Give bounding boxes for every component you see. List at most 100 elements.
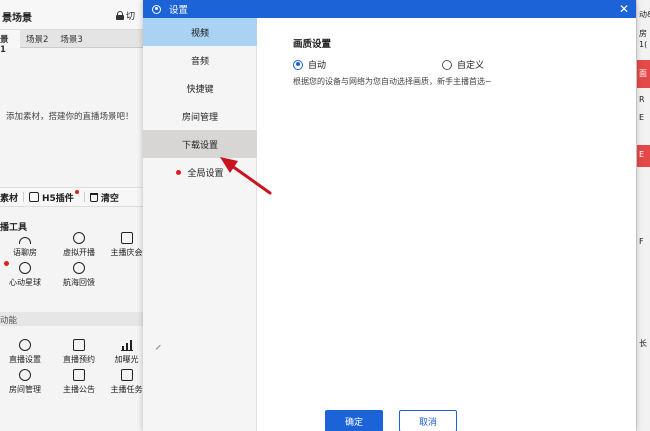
video-settings-panel: 画质设置 自动 自定义 根据您的设备与网络为您自动选择画质，新手主播首选~ [257,18,636,408]
right-text: E [639,150,645,159]
dialog-titlebar[interactable]: 设置 ✕ [143,0,636,18]
h5-plugin-button[interactable]: H5插件 [29,190,79,204]
nav-shortcuts[interactable]: 快捷键 [143,74,257,102]
task-icon [120,369,133,381]
puzzle-icon [29,192,40,202]
switch-button[interactable]: 切 [116,9,135,22]
radio-custom[interactable]: 自定义 [442,58,484,71]
radio-label: 自定义 [457,61,485,71]
radio-label: 自动 [308,61,327,71]
cancel-button[interactable]: 取消 [399,410,457,431]
tool-label: 主播庆会 [110,248,143,257]
lock-icon [116,11,124,20]
feature-anchor-notice[interactable]: 主播公告 [50,365,108,395]
material-bar: 素材 H5插件 清空 [0,187,145,207]
tool-anchor-party[interactable]: 主播庆会 [108,228,145,258]
features-section-title: 动能 [0,312,145,326]
right-text: 1( [639,40,648,49]
gear-icon [152,4,161,14]
tool-voice-room[interactable]: 语聊房 [0,228,50,258]
divider [83,192,85,202]
tool-heart-planet[interactable]: 心动星球 [0,258,50,288]
resize-handle-icon [155,344,165,354]
nav-label: 视频 [190,28,209,39]
right-text: 长 [639,339,647,348]
check-icon [120,232,133,244]
right-text: 动& [639,10,650,19]
clear-button[interactable]: 清空 [89,191,119,204]
settings-dialog: 设置 ✕ 视频 音频 快捷键 房间管理 下载设置 全局设置 画质设置 自动 自定… [143,0,636,431]
nav-room-management[interactable]: 房间管理 [143,102,257,130]
nav-label: 下载设置 [181,140,218,151]
right-text: R [639,95,645,104]
material-button[interactable]: 素材 [0,191,18,204]
feature-label: 主播公告 [63,385,95,394]
scene-panel: 景场景 切 景1 场景2 场景3 添加素材，搭建你的直播场景吧！ 素材 H5插件 [0,0,145,431]
nav-global-settings[interactable]: 全局设置 [143,158,257,186]
feature-label: 加曝光 [114,355,139,364]
user-icon [19,369,31,381]
h5-plugin-label: H5插件 [42,193,74,204]
right-text: F [639,237,644,246]
nav-label: 音频 [190,56,209,67]
switch-label: 切 [126,12,136,22]
tool-label: 心动星球 [9,278,41,287]
features-grid: 直播设置 直播预约 加曝光 房间管理 主播公告 主播任务 [0,335,145,395]
scene-tabs: 景1 场景2 场景3 [0,30,145,55]
right-text: 面 [639,69,647,78]
tab-scene-3[interactable]: 场景3 [54,30,88,48]
nav-label: 全局设置 [187,168,224,179]
feature-room-management[interactable]: 房间管理 [0,365,50,395]
radio-auto[interactable]: 自动 [293,58,326,71]
radio-indicator [293,59,303,70]
tools-grid: 语聊房 虚拟开播 主播庆会 心动星球 航海回馈 [0,228,145,288]
tool-voyage-feedback[interactable]: 航海回馈 [50,258,108,288]
arc-icon [19,237,31,244]
scene-header: 景场景 切 [0,0,145,30]
notification-dot [74,190,79,194]
nav-label: 快捷键 [186,84,214,95]
dialog-footer: 确定 取消 [257,408,636,431]
anchor-icon [73,262,85,274]
divider [23,192,25,202]
clear-label: 清空 [100,193,119,204]
mask-icon [73,232,85,244]
notification-dot [4,261,9,266]
chart-icon [120,340,133,351]
quality-section-title: 画质设置 [293,39,332,50]
feature-live-settings[interactable]: 直播设置 [0,335,50,365]
right-text: 房 [639,29,647,38]
scene-header-title: 景场景 [2,13,32,24]
confirm-button[interactable]: 确定 [325,410,383,431]
tool-label: 航海回馈 [63,278,95,287]
tab-scene-2[interactable]: 场景2 [20,30,54,48]
feature-live-reservation[interactable]: 直播预约 [50,335,108,365]
close-icon[interactable]: ✕ [618,3,630,15]
tab-scene-1[interactable]: 景1 [0,30,20,55]
nav-video[interactable]: 视频 [143,18,257,46]
nav-label: 房间管理 [181,112,218,123]
tool-label: 语聊房 [13,248,37,257]
feature-label: 直播设置 [9,355,41,364]
feature-label: 直播预约 [63,355,95,364]
tool-label: 虚拟开播 [63,248,95,257]
notice-icon [73,369,85,381]
settings-sidebar: 视频 音频 快捷键 房间管理 下载设置 全局设置 [143,18,257,431]
right-panel: 动& 房 1( 面 R E E F 长 [636,0,650,431]
nav-download-settings[interactable]: 下载设置 [143,130,257,158]
notification-dot [176,169,182,175]
material-label: 素材 [0,193,19,204]
right-text: E [639,113,645,122]
feature-label: 房间管理 [9,385,41,394]
feature-boost-exposure[interactable]: 加曝光 [108,335,145,365]
planet-icon [19,262,31,274]
tool-virtual-live[interactable]: 虚拟开播 [50,228,108,258]
feature-label: 主播任务 [110,385,143,394]
quality-hint: 根据您的设备与网络为您自动选择画质，新手主播首选~ [293,77,492,86]
scene-empty-hint: 添加素材，搭建你的直播场景吧！ [6,112,134,122]
dialog-title: 设置 [169,5,189,16]
radio-indicator [442,59,452,70]
settings-icon [19,339,31,351]
feature-anchor-task[interactable]: 主播任务 [108,365,145,395]
nav-audio[interactable]: 音频 [143,46,257,74]
